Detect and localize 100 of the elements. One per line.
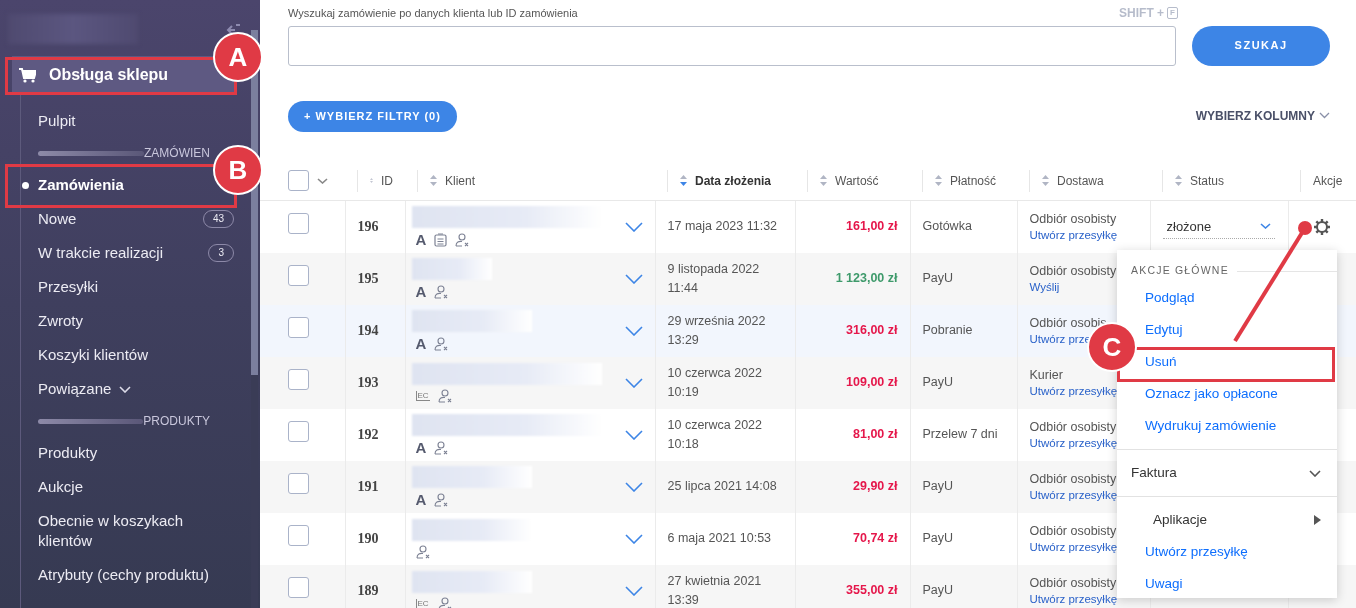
menu-item[interactable]: Edytuj xyxy=(1145,319,1183,341)
sort-icon[interactable] xyxy=(1175,175,1182,187)
search-field[interactable] xyxy=(288,25,1177,66)
sidebar-item[interactable]: Zwroty xyxy=(21,304,83,338)
expand-chevron-icon[interactable] xyxy=(624,325,643,336)
payment-method: PayU xyxy=(922,531,954,546)
sidebar-item[interactable]: Aukcje xyxy=(21,470,84,504)
row-checkbox[interactable] xyxy=(288,577,309,599)
selected-dot-icon xyxy=(22,182,29,189)
row-checkbox[interactable] xyxy=(288,369,309,391)
menu-item[interactable]: Aplikacje xyxy=(1117,504,1337,536)
column-header[interactable]: ID xyxy=(381,171,393,190)
order-id: 192 xyxy=(357,427,379,442)
expand-chevron-icon[interactable] xyxy=(624,429,643,440)
columns-button[interactable]: WYBIERZ KOLUMNY xyxy=(1195,106,1330,125)
expand-chevron-icon[interactable] xyxy=(624,221,643,232)
shipment-link[interactable]: Utwórz przesyłkę xyxy=(1029,590,1118,607)
expand-chevron-icon[interactable] xyxy=(624,481,643,492)
sidebar-item[interactable]: Zamówienia xyxy=(21,168,124,202)
sidebar-item[interactable]: Przesyłki xyxy=(21,270,98,304)
order-date: 27 kwietnia 2021 13:39 xyxy=(667,573,762,607)
row-checkbox[interactable] xyxy=(288,421,309,443)
shipment-link[interactable]: Utwórz przesyłkę xyxy=(1029,538,1118,555)
delivery-method: Kurier xyxy=(1029,366,1063,383)
column-header[interactable]: Wartość xyxy=(835,171,879,190)
column-header[interactable]: Status xyxy=(1190,171,1225,190)
order-value: 316,00 zł xyxy=(846,323,898,338)
delivery-method: Odbiór osobisty xyxy=(1029,574,1117,591)
search-label: Wyszukaj zamówienie po danych klienta lub ID zamówienia xyxy=(288,6,578,21)
user-icon xyxy=(434,492,450,507)
shipment-link[interactable]: Wyślij xyxy=(1029,278,1060,295)
delivery-method: Odbiór osobisty xyxy=(1029,262,1117,279)
column-header[interactable]: Płatność xyxy=(950,171,997,190)
menu-heading: AKCJE GŁÓWNE xyxy=(1131,263,1229,279)
sidebar-item[interactable]: Powiązane xyxy=(21,372,132,406)
status-dropdown[interactable]: złożone xyxy=(1162,214,1275,239)
shipment-link[interactable]: Utwórz przesyłkę xyxy=(1029,434,1118,451)
sort-icon[interactable] xyxy=(430,175,437,187)
sort-icon[interactable] xyxy=(680,175,687,187)
select-all-checkbox[interactable] xyxy=(288,170,309,192)
user-icon xyxy=(415,544,431,559)
menu-item[interactable]: Uwagi xyxy=(1145,573,1183,595)
order-id: 193 xyxy=(357,375,379,390)
sidebar-item[interactable]: Atrybuty (cechy produktu) xyxy=(21,558,209,592)
filters-button[interactable]: + WYBIERZ FILTRY (0) xyxy=(288,100,457,132)
payment-method: PayU xyxy=(922,479,954,494)
sidebar-item[interactable]: Nowe 43 xyxy=(21,202,250,236)
order-date: 9 listopada 2022 11:44 xyxy=(667,261,760,295)
client-tag-label: EC xyxy=(415,390,430,401)
order-id: 190 xyxy=(357,531,379,546)
cart-icon xyxy=(19,67,36,83)
chevron-icon[interactable] xyxy=(1259,223,1271,230)
delivery-method: Odbiór osobisty xyxy=(1029,418,1117,435)
shipment-link[interactable]: Utwórz przesyłkę xyxy=(1029,382,1118,399)
payment-method: Pobranie xyxy=(922,323,973,338)
chevron-icon xyxy=(1319,112,1330,119)
row-checkbox[interactable] xyxy=(288,213,309,235)
submenu-arrow-icon xyxy=(1314,515,1321,525)
expand-chevron-icon[interactable] xyxy=(624,585,643,596)
collapse-icon[interactable] xyxy=(226,24,240,36)
caret-icon[interactable] xyxy=(317,177,328,184)
sidebar-item[interactable]: W trakcie realizacji 3 xyxy=(21,236,250,270)
menu-item[interactable]: Utwórz przesyłkę xyxy=(1145,541,1248,563)
column-header[interactable]: Klient xyxy=(445,171,476,190)
expand-chevron-icon[interactable] xyxy=(624,273,643,284)
order-date: 10 czerwca 2022 10:19 xyxy=(667,365,762,399)
row-checkbox[interactable] xyxy=(288,525,309,547)
sort-icon[interactable] xyxy=(935,175,942,187)
sidebar-item[interactable]: Obecnie w koszykach klientów xyxy=(21,504,223,558)
delivery-method: Odbiór osobisty xyxy=(1029,210,1117,227)
shipment-link[interactable]: Utwórz przesyłkę xyxy=(1029,486,1118,503)
sidebar-item[interactable]: Pulpit xyxy=(21,104,76,138)
sidebar-item[interactable]: Koszyki klientów xyxy=(21,338,149,372)
client-tag-label: EC xyxy=(415,598,430,608)
column-header[interactable]: Dostawa xyxy=(1057,171,1104,190)
menu-item[interactable]: Podgląd xyxy=(1145,287,1195,309)
shipment-link[interactable]: Utwórz przesyłkę xyxy=(1029,226,1118,243)
search-button[interactable]: SZUKAJ xyxy=(1192,25,1330,66)
gear-icon[interactable] xyxy=(1312,218,1331,237)
order-id: 196 xyxy=(357,219,379,235)
menu-item[interactable]: Wydrukuj zamówienie xyxy=(1145,415,1277,437)
sidebar-item[interactable]: Produkty xyxy=(21,436,98,470)
row-checkbox[interactable] xyxy=(288,317,309,339)
expand-chevron-icon[interactable] xyxy=(624,377,643,388)
user-icon xyxy=(437,596,453,608)
expand-chevron-icon[interactable] xyxy=(624,533,643,544)
sort-icon[interactable] xyxy=(820,175,827,187)
chevron-icon[interactable] xyxy=(1309,469,1321,477)
column-header[interactable]: Akcje xyxy=(1313,171,1343,190)
menu-item[interactable]: Oznacz jako opłacone xyxy=(1145,383,1278,405)
clipboard-icon xyxy=(434,232,448,247)
sidebar-section-title: Obsługa sklepu xyxy=(49,65,169,85)
sort-icon[interactable] xyxy=(1042,175,1049,187)
row-checkbox[interactable] xyxy=(288,265,309,287)
user-icon xyxy=(455,232,471,247)
row-checkbox[interactable] xyxy=(288,473,309,495)
order-value: 1 123,00 zł xyxy=(835,271,898,286)
menu-item[interactable]: Usuń xyxy=(1145,351,1177,373)
menu-item[interactable]: Faktura xyxy=(1117,457,1337,489)
column-header[interactable]: Data złożenia xyxy=(695,171,772,190)
